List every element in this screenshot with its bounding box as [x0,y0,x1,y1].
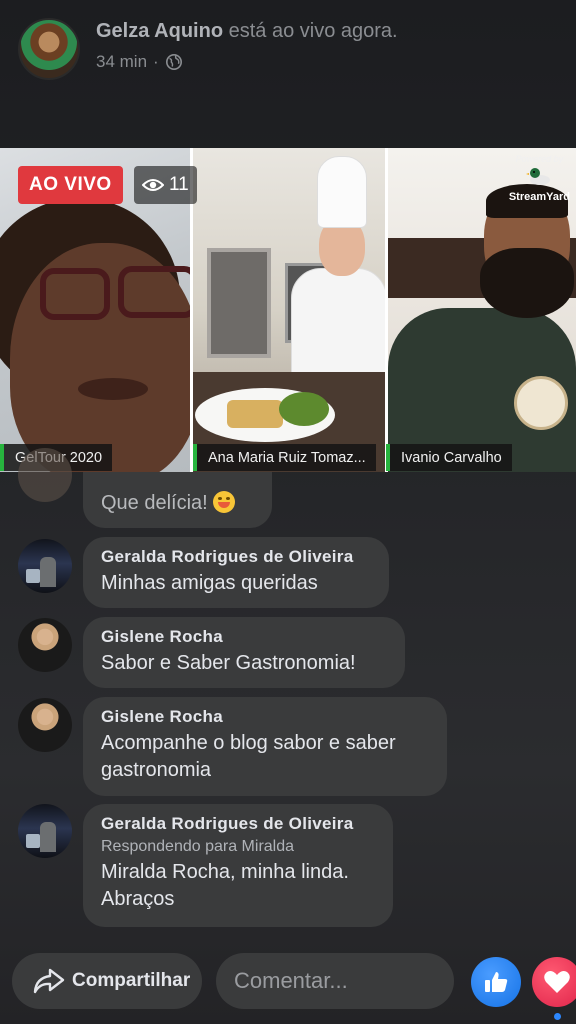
streamyard-watermark: Powered by StreamYard [509,154,570,203]
commenter-avatar[interactable] [18,804,72,858]
tile1-mouth [78,378,148,400]
comment-author[interactable]: Geralda Rodrigues de Oliveira [101,814,375,834]
share-arrow-icon [33,968,65,994]
comment-bubble[interactable]: Gislene Rocha Acompanhe o blog sabor e s… [83,697,447,796]
post-time: 34 min [96,52,148,71]
globe-icon [165,53,182,71]
host-line: Gelza Aquino está ao vivo agora. [96,20,398,43]
video-tile-ivanio: Powered by StreamYard [388,148,576,472]
comment-text: Que delícia! [101,490,254,517]
yum-emoji-icon [213,491,236,513]
shirt-logo [514,376,568,430]
commenter-avatar[interactable] [18,539,72,593]
comment-author[interactable]: Gislene Rocha [101,627,387,647]
reply-to-label: Respondendo para Miralda [101,838,295,855]
commenter-avatar[interactable] [18,698,72,752]
kitchen-oven [207,248,271,358]
comment-bubble[interactable]: Geralda Rodrigues de Oliveira Respondend… [83,804,393,927]
participant-tag-ivanio: Ivanio Carvalho [386,444,512,471]
comment-input[interactable] [216,953,454,1009]
duck-logo-icon [526,168,551,185]
host-avatar[interactable] [18,18,80,80]
comment-bubble[interactable]: Gislene Rocha Sabor e Saber Gastronomia! [83,617,405,688]
comment-bubble[interactable]: Que delícia! [83,472,272,528]
share-button[interactable]: Compartilhar [12,953,202,1009]
thumbs-up-icon [485,972,508,992]
viewer-count: 11 [169,174,189,195]
eye-icon [142,179,164,191]
comment-text: Minhas amigas queridas [101,572,318,594]
comment-bubble[interactable]: Geralda Rodrigues de Oliveira Minhas ami… [83,537,389,608]
comment-text-line: Abraços [101,888,175,910]
bread [227,400,283,428]
chef-coat [291,268,385,388]
comment-text-line: Acompanhe o blog sabor e saber [101,732,396,754]
notification-dot [554,1013,561,1020]
heart-icon [544,971,570,993]
commenter-avatar[interactable] [18,618,72,672]
viewer-count-badge: 11 [134,166,197,204]
video-tile-ana-maria [193,148,385,472]
streamyard-brand: StreamYard [508,191,570,203]
tile3-beard [480,248,574,318]
live-header: Gelza Aquino está ao vivo agora. 34 min … [0,0,576,148]
share-label: Compartilhar [72,970,191,991]
salad [279,392,329,426]
post-meta: 34 min · [96,52,183,72]
host-name[interactable]: Gelza Aquino [96,20,223,42]
comment-author[interactable]: Geralda Rodrigues de Oliveira [101,547,371,567]
comment-author[interactable]: Gislene Rocha [101,707,429,727]
powered-by-text: Powered by [515,154,564,164]
host-status: está ao vivo agora. [228,20,398,42]
tile1-glasses-right [118,266,190,318]
comment-text: Sabor e Saber Gastronomia! [101,652,356,674]
comment-text-content: Que delícia! [101,492,214,514]
comment-text-line: Miralda Rocha, minha linda. [101,861,349,883]
commenter-avatar[interactable] [18,448,72,502]
love-reaction-button[interactable] [532,957,576,1007]
comment-text-line: gastronomia [101,759,212,781]
live-badge: AO VIVO [18,166,123,204]
like-reaction-button[interactable] [471,957,521,1007]
participant-tag-ana-maria: Ana Maria Ruiz Tomaz... [193,444,376,471]
chef-hat [317,156,367,228]
meta-separator: · [153,52,159,71]
tile1-glasses-left [40,268,110,320]
